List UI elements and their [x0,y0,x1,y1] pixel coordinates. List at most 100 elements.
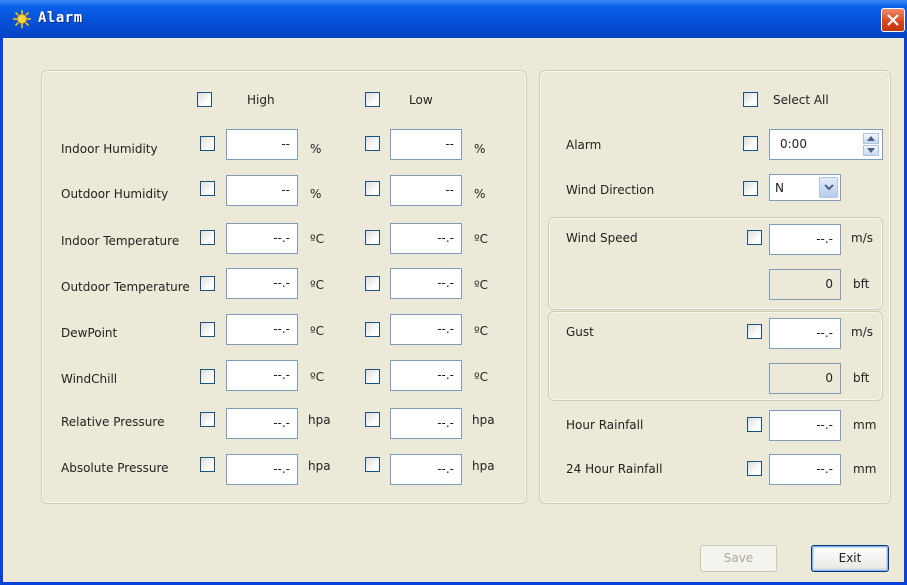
wind-speed-label: Wind Speed [566,231,638,245]
gust-unit: m/s [851,325,873,339]
close-icon [887,14,899,26]
low-checkbox[interactable] [365,181,380,196]
spin-down-button[interactable] [863,145,879,156]
low-unit: % [474,142,486,156]
high-checkbox[interactable] [200,412,215,427]
alarm-time-spinner[interactable]: 0:00 [769,129,883,160]
hour-rainfall-unit: mm [853,418,877,432]
low-checkbox[interactable] [365,136,380,151]
wind-speed-bft-unit: bft [853,277,870,291]
low-unit: ºC [474,232,489,246]
low-checkbox[interactable] [365,322,380,337]
row-label: Indoor Humidity [61,142,158,156]
hour-rainfall-input[interactable]: --.- [769,410,841,441]
caret-up-icon [867,136,875,141]
high-input[interactable]: --.- [226,314,298,345]
row-label: Outdoor Temperature [61,280,190,294]
day-rainfall-label: 24 Hour Rainfall [566,462,663,476]
caret-down-icon [867,148,875,153]
low-unit: hpa [472,459,495,473]
title-bar[interactable]: Alarm [0,0,907,38]
high-checkbox[interactable] [200,322,215,337]
high-all-checkbox[interactable] [197,92,212,107]
spin-up-button[interactable] [863,133,879,144]
wind-direction-checkbox[interactable] [743,181,758,196]
low-all-checkbox[interactable] [365,92,380,107]
wind-speed-unit: m/s [851,231,873,245]
high-unit: hpa [308,459,331,473]
wind-direction-label: Wind Direction [566,183,655,197]
low-header: Low [409,93,433,107]
select-all-checkbox[interactable] [743,92,758,107]
high-input[interactable]: --.- [226,408,298,439]
low-input[interactable]: --.- [390,314,462,345]
wind-speed-bft-value: 0 [769,269,841,300]
select-all-label: Select All [773,93,829,107]
high-checkbox[interactable] [200,457,215,472]
high-unit: ºC [310,278,325,292]
high-input[interactable]: --.- [226,268,298,299]
low-checkbox[interactable] [365,369,380,384]
row-label: Indoor Temperature [61,234,180,248]
alarm-time-value: 0:00 [780,137,807,151]
high-checkbox[interactable] [200,136,215,151]
high-input[interactable]: --.- [226,454,298,485]
low-unit: ºC [474,278,489,292]
low-input[interactable]: --.- [390,360,462,391]
low-checkbox[interactable] [365,412,380,427]
high-unit: hpa [308,413,331,427]
gust-bft-value: 0 [769,363,841,394]
high-checkbox[interactable] [200,181,215,196]
low-unit: % [474,187,486,201]
high-header: High [247,93,275,107]
wind-speed-input[interactable]: --.- [769,224,841,255]
low-input[interactable]: -- [390,129,462,160]
high-input[interactable]: --.- [226,360,298,391]
close-button[interactable] [881,8,905,32]
day-rainfall-checkbox[interactable] [747,461,762,476]
sun-icon [12,9,32,29]
gust-input[interactable]: --.- [769,318,841,349]
low-input[interactable]: --.- [390,454,462,485]
high-unit: ºC [310,232,325,246]
dropdown-button[interactable] [819,177,838,198]
high-checkbox[interactable] [200,276,215,291]
high-unit: % [310,187,322,201]
row-label: Outdoor Humidity [61,187,169,201]
high-input[interactable]: -- [226,175,298,206]
low-unit: ºC [474,370,489,384]
exit-button[interactable]: Exit [811,545,889,572]
high-unit: ºC [310,324,325,338]
low-input[interactable]: --.- [390,223,462,254]
row-label: WindChill [61,372,118,386]
low-input[interactable]: --.- [390,408,462,439]
row-label: DewPoint [61,326,118,340]
wind-direction-select[interactable]: N [769,174,841,201]
alarm-checkbox[interactable] [743,136,758,151]
gust-bft-unit: bft [853,371,870,385]
gust-label: Gust [566,325,594,339]
day-rainfall-input[interactable]: --.- [769,454,841,485]
high-unit: % [310,142,322,156]
low-checkbox[interactable] [365,276,380,291]
save-button[interactable]: Save [700,545,777,572]
row-label: Absolute Pressure [61,461,169,475]
hour-rainfall-checkbox[interactable] [747,417,762,432]
day-rainfall-unit: mm [853,462,877,476]
wind-speed-checkbox[interactable] [747,230,762,245]
wind-direction-value: N [775,181,784,195]
hour-rainfall-label: Hour Rainfall [566,418,644,432]
gust-checkbox[interactable] [747,324,762,339]
high-unit: ºC [310,370,325,384]
low-input[interactable]: -- [390,175,462,206]
high-input[interactable]: --.- [226,223,298,254]
low-input[interactable]: --.- [390,268,462,299]
low-checkbox[interactable] [365,230,380,245]
low-checkbox[interactable] [365,457,380,472]
alarm-window: Alarm High Low Indoor Humidity --% --% Outd… [0,0,907,585]
alarm-label: Alarm [566,138,602,152]
high-checkbox[interactable] [200,369,215,384]
high-input[interactable]: -- [226,129,298,160]
low-unit: ºC [474,324,489,338]
high-checkbox[interactable] [200,230,215,245]
